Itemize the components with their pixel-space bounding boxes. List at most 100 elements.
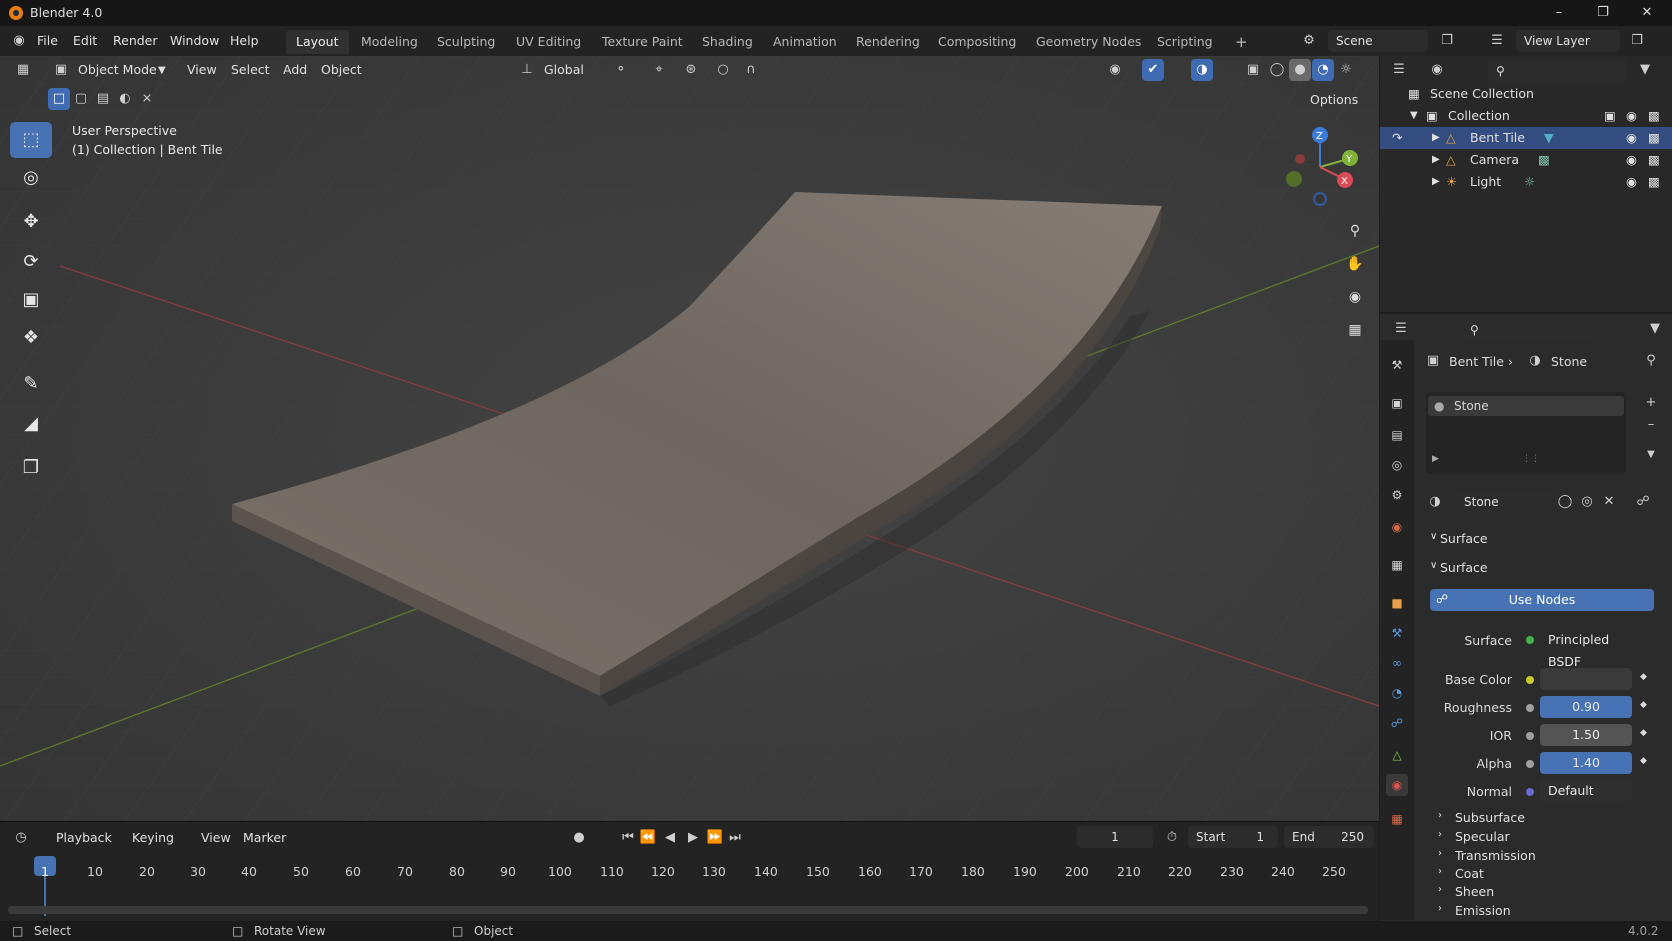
view-layer-browse-icon[interactable]: ☰ (1486, 30, 1508, 52)
duplicate-material-icon[interactable]: ◎ (1576, 491, 1598, 513)
camera-view-icon[interactable]: ◉ (1342, 284, 1368, 310)
subsection-coat[interactable]: Coat (1455, 866, 1484, 881)
select-mode-subtract-icon[interactable]: ▤ (92, 88, 114, 110)
view-layer-field[interactable]: View Layer (1516, 30, 1620, 52)
select-box-tool-icon[interactable]: ⬚ (10, 122, 52, 158)
collection-tab-icon[interactable]: ▦ (1386, 554, 1408, 576)
play-reverse-icon[interactable]: ◀ (659, 827, 681, 849)
outliner-collection[interactable]: ▼ ▣ Collection ▣ ◉ ▩ (1380, 105, 1672, 127)
subsection-emission[interactable]: Emission (1455, 903, 1511, 918)
section-surface-subheader[interactable]: Surface (1440, 560, 1488, 575)
filter-icon[interactable]: ▼ (1634, 59, 1656, 81)
proportional-edit-icon[interactable]: ○ (712, 59, 734, 81)
ior-field[interactable]: 1.50 (1540, 724, 1632, 746)
add-workspace-icon[interactable]: + (1225, 30, 1258, 54)
shading-material-icon[interactable]: ◔ (1312, 59, 1334, 81)
display-mode-icon[interactable]: ◉ (1426, 59, 1448, 81)
minimize-icon[interactable]: – (1546, 3, 1572, 23)
tab-shading[interactable]: Shading (692, 30, 763, 54)
texture-tab-icon[interactable]: ▦ (1386, 808, 1408, 830)
material-slot-stone[interactable]: ● Stone (1428, 396, 1624, 416)
timeline-editor-type-icon[interactable]: ◷ (10, 827, 32, 849)
snap-target-icon[interactable]: ⊛ (680, 59, 702, 81)
properties-options-icon[interactable]: ▼ (1644, 318, 1666, 340)
jump-end-icon[interactable]: ⏭ (724, 827, 746, 849)
scene-browse-icon[interactable]: ⚙ (1298, 30, 1320, 52)
tab-uv-editing[interactable]: UV Editing (506, 30, 591, 54)
tab-modeling[interactable]: Modeling (351, 30, 428, 54)
slot-specials-icon[interactable]: ▼ (1640, 444, 1662, 466)
render-tab-icon[interactable]: ▣ (1386, 392, 1408, 414)
visibility-icon[interactable]: ◉ (1104, 59, 1126, 81)
view-layer-tab-icon[interactable]: ◎ (1386, 454, 1408, 476)
new-view-layer-icon[interactable]: ❐ (1626, 30, 1648, 52)
expand-icon[interactable]: › (1438, 829, 1442, 840)
unlink-material-icon[interactable]: ✕ (1598, 491, 1620, 513)
rotate-tool-icon[interactable]: ⟳ (10, 244, 52, 280)
snap-icon[interactable]: ⌖ (648, 59, 670, 81)
eye-icon[interactable]: ◉ (1626, 105, 1637, 127)
subsection-sheen[interactable]: Sheen (1455, 884, 1494, 899)
modifier-tab-icon[interactable]: ⚒ (1386, 622, 1408, 644)
outliner-editor-type-icon[interactable]: ☰ (1388, 59, 1410, 81)
outliner-item-bent-tile[interactable]: ↷ ▶ △ Bent Tile ▼ ◉ ▩ (1380, 127, 1672, 149)
blender-menu-icon[interactable]: ◉ (8, 30, 30, 52)
restrict-icon[interactable]: ↷ (1392, 127, 1402, 149)
properties-search-input[interactable]: ⚲ (1462, 319, 1594, 341)
viewport-menu-object[interactable]: Object (321, 62, 362, 77)
alpha-slider[interactable]: 1.40 (1540, 752, 1632, 774)
tool-tab-icon[interactable]: ⚒ (1386, 354, 1408, 376)
record-icon[interactable]: ● (568, 827, 590, 849)
transform-tool-icon[interactable]: ❖ (10, 320, 52, 356)
scene-tab-icon[interactable]: ⚙ (1386, 484, 1408, 506)
node-link-icon[interactable]: ☍ (1632, 491, 1654, 513)
remove-slot-icon[interactable]: – (1640, 414, 1662, 436)
cursor-tool-icon[interactable]: ◎ (10, 160, 52, 196)
gizmo-neg-x-icon[interactable] (1295, 154, 1305, 164)
ortho-grid-icon[interactable]: ▦ (1342, 317, 1368, 343)
data-tab-icon[interactable]: △ (1386, 744, 1408, 766)
tab-animation[interactable]: Animation (763, 30, 847, 54)
camera-render-icon[interactable]: ▩ (1648, 171, 1660, 193)
menu-render[interactable]: Render (113, 33, 158, 48)
subsection-subsurface[interactable]: Subsurface (1455, 810, 1525, 825)
expand-icon[interactable]: ▶ (1432, 149, 1440, 171)
tab-geometry-nodes[interactable]: Geometry Nodes (1026, 30, 1151, 54)
timeline-menu-playback[interactable]: Playback (56, 830, 112, 845)
shading-rendered-icon[interactable]: ☼ (1335, 59, 1357, 81)
output-tab-icon[interactable]: ▤ (1386, 424, 1408, 446)
gizmo-neg-y-icon[interactable] (1286, 171, 1302, 187)
camera-render-icon[interactable]: ▩ (1648, 149, 1660, 171)
transform-orientation-dropdown[interactable]: Global (544, 62, 584, 77)
properties-editor-type-icon[interactable]: ☰ (1390, 318, 1412, 340)
navigation-gizmo[interactable]: Z Y X (1280, 125, 1360, 210)
shading-solid-icon[interactable]: ● (1289, 59, 1311, 81)
shading-wireframe-icon[interactable]: ◯ (1266, 59, 1288, 81)
viewport-menu-view[interactable]: View (187, 62, 217, 77)
physics-tab-icon[interactable]: ◔ (1386, 682, 1408, 704)
menu-edit[interactable]: Edit (73, 33, 97, 48)
viewport-menu-select[interactable]: Select (231, 62, 270, 77)
camera-data-icon[interactable]: ▩ (1538, 149, 1550, 171)
expand-icon[interactable]: ▶ (1432, 454, 1439, 464)
expand-icon[interactable]: ▶ (1432, 171, 1440, 193)
expand-icon[interactable]: › (1438, 884, 1442, 895)
resize-grip-icon[interactable]: ⋮⋮ (1522, 454, 1540, 464)
gizmos-icon[interactable]: ✔ (1142, 59, 1164, 81)
zoom-icon[interactable]: ⚲ (1342, 218, 1368, 244)
select-mode-extend-icon[interactable]: ▢ (70, 88, 92, 110)
light-data-icon[interactable]: ☼ (1524, 171, 1535, 193)
tab-rendering[interactable]: Rendering (846, 30, 930, 54)
scale-tool-icon[interactable]: ▣ (10, 282, 52, 318)
falloff-icon[interactable]: ∩ (740, 59, 762, 81)
jump-keyframe-forward-icon[interactable]: ⏩ (704, 827, 726, 849)
menu-help[interactable]: Help (230, 33, 259, 48)
normal-field[interactable]: Default (1540, 780, 1632, 802)
expand-icon[interactable]: ▶ (1432, 127, 1440, 149)
editor-type-icon[interactable]: ▦ (12, 59, 34, 81)
gizmo-neg-z-icon[interactable] (1313, 192, 1327, 206)
keyframe-icon[interactable]: ◆ (1640, 728, 1647, 738)
overlays-icon[interactable]: ◑ (1191, 59, 1213, 81)
keyframe-icon[interactable]: ◆ (1640, 756, 1647, 766)
end-frame-field[interactable]: End 250 (1284, 826, 1374, 848)
